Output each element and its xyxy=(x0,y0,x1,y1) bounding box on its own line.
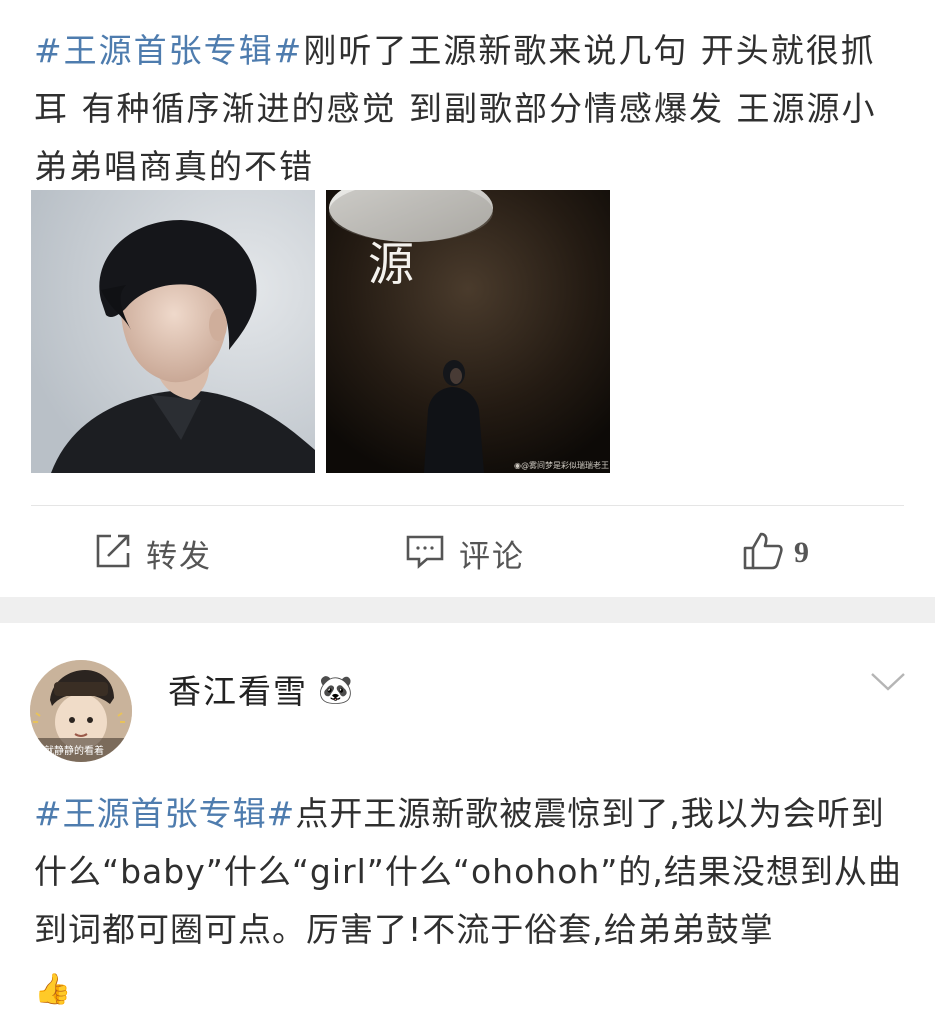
thumbs-up-emoji-icon: 👍 xyxy=(34,972,73,1007)
comment-label: 评论 xyxy=(459,538,525,575)
chevron-down-icon[interactable] xyxy=(870,671,906,697)
username-row[interactable]: 香江看雪 🐼 xyxy=(168,665,355,713)
post-text: #王源首张专辑#刚听了王源新歌来说几句 开头就很抓耳 有种循序渐进的感觉 到副歌… xyxy=(34,22,904,196)
repost-button[interactable]: 转发 xyxy=(94,532,212,575)
post-card-2: 我就静静的看着 香江看雪 🐼 #王源首张专辑#点开王源新歌被震惊到了,我以为会听… xyxy=(0,623,935,1007)
post-text: #王源首张专辑#点开王源新歌被震惊到了,我以为会听到什么“baby”什么“gir… xyxy=(34,785,914,1019)
comment-button[interactable]: 评论 xyxy=(405,532,525,575)
weibo-icon: ◉ xyxy=(514,461,521,470)
post-card-1: #王源首张专辑#刚听了王源新歌来说几句 开头就很抓耳 有种循序渐进的感觉 到副歌… xyxy=(0,0,935,597)
divider xyxy=(31,505,904,506)
hashtag-link[interactable]: #王源首张专辑# xyxy=(34,794,295,833)
like-icon xyxy=(742,531,784,575)
post-image-2[interactable]: 源 ◉@雾间梦是彩似瑞瑞老王 xyxy=(326,190,610,473)
avatar-caption: 我就静静的看着 xyxy=(34,746,104,757)
watermark-text: @雾间梦是彩似瑞瑞老王 xyxy=(520,461,609,470)
album-title-char: 源 xyxy=(368,237,414,291)
feed-separator xyxy=(0,597,935,623)
like-count: 9 xyxy=(794,536,811,569)
comment-icon xyxy=(405,532,445,574)
repost-icon xyxy=(94,532,132,574)
panda-badge-icon: 🐼 xyxy=(318,672,355,706)
image-watermark: ◉@雾间梦是彩似瑞瑞老王 xyxy=(514,460,609,471)
avatar[interactable]: 我就静静的看着 xyxy=(30,660,132,762)
repost-label: 转发 xyxy=(146,538,212,575)
username: 香江看雪 xyxy=(168,672,308,711)
post-image-1[interactable] xyxy=(31,190,315,473)
like-button[interactable]: 9 xyxy=(742,532,811,574)
hashtag-link[interactable]: #王源首张专辑# xyxy=(34,31,303,70)
action-bar: 转发 评论 9 xyxy=(0,520,935,586)
